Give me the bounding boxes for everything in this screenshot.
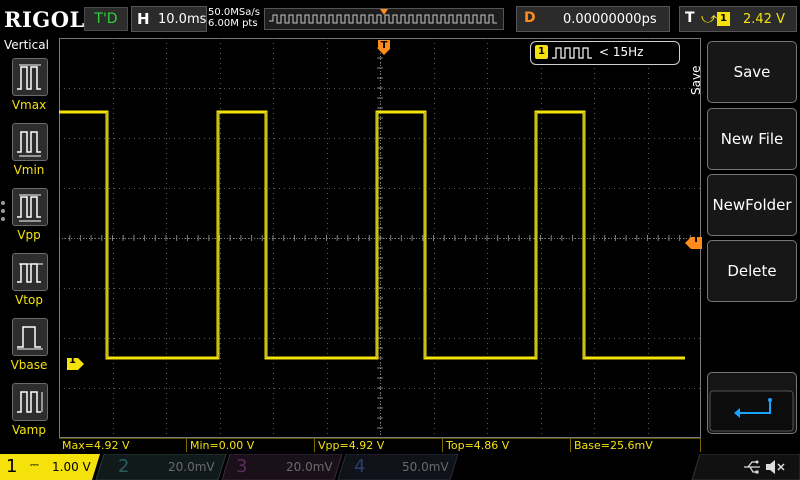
channel-4-scale: 50.0mV	[402, 460, 449, 474]
right-menu-title: Save	[689, 65, 703, 95]
measurement-vpp[interactable]: Vpp=4.92 V	[315, 438, 443, 452]
measurement-top[interactable]: Top=4.86 V	[443, 438, 571, 452]
waveform-grid-svg	[58, 37, 701, 439]
trigger-label: T	[685, 10, 695, 26]
trigger-level-marker[interactable]: T	[685, 234, 702, 249]
frequency-value: < 15Hz	[599, 45, 644, 59]
vmax-icon	[12, 58, 48, 96]
delay-label: D	[524, 10, 536, 26]
measure-label: Vmax	[11, 98, 47, 112]
measurement-min[interactable]: Min=0.00 V	[187, 438, 315, 452]
measure-label: Vamp	[12, 423, 46, 437]
measure-vmin-button[interactable]: Vmin	[4, 123, 54, 185]
return-arrow-icon	[709, 390, 794, 432]
memory-overview-waveform	[269, 9, 497, 24]
trigger-box[interactable]: T ⤻ 1 2.42 V	[679, 6, 797, 32]
channel-3-number: 3	[236, 456, 248, 477]
channel-4-number: 4	[354, 456, 366, 477]
delay-box[interactable]: D 0.00000000ps	[516, 6, 670, 32]
measurement-max[interactable]: Max=4.92 V	[59, 438, 187, 452]
measure-vpp-button[interactable]: Vpp	[4, 188, 54, 250]
left-menu-title: Vertical	[4, 38, 49, 52]
vmin-icon	[12, 123, 48, 161]
memory-overview-strip[interactable]	[264, 8, 504, 30]
usb-icon	[742, 458, 762, 476]
timebase-value: 10.0ms	[158, 12, 207, 27]
waveform-display[interactable]	[58, 37, 701, 439]
channel-1-trace	[59, 110, 685, 360]
channel-1-number: 1	[6, 456, 18, 477]
measure-label: Vpp	[17, 228, 41, 242]
acquisition-info: 50.0MSa/s 6.00M pts	[208, 7, 260, 29]
rising-edge-icon: ⤻	[701, 9, 718, 27]
counter-channel-badge: 1	[535, 45, 548, 59]
channel-4-tab[interactable]: 4 50.0mV	[350, 454, 454, 480]
measure-label: Vbase	[10, 358, 48, 372]
vtop-icon	[12, 253, 48, 291]
vamp-icon	[12, 383, 48, 421]
rigol-logo: RIGOL	[4, 7, 85, 32]
save-button-label: Save	[733, 63, 771, 81]
channel-1-tab[interactable]: 1 ⎓ 1.00 V	[4, 454, 100, 480]
measure-label: Vtop	[15, 293, 43, 307]
delete-button-label: Delete	[727, 262, 777, 280]
channel-2-tab[interactable]: 2 20.0mV	[112, 454, 222, 480]
square-wave-icon	[552, 47, 592, 59]
memory-depth: 6.00M pts	[208, 18, 258, 29]
save-button[interactable]: Save	[707, 41, 797, 103]
measure-vbase-button[interactable]: Vbase	[4, 318, 54, 380]
dc-coupling-icon: ⎓	[30, 458, 39, 471]
channel-3-scale: 20.0mV	[286, 460, 333, 474]
channel-3-tab[interactable]: 3 20.0mV	[232, 454, 338, 480]
sample-rate: 50.0MSa/s	[208, 7, 260, 18]
trigger-level: 2.42 V	[743, 12, 785, 27]
horizontal-timebase-box[interactable]: H 10.0ms	[131, 6, 207, 32]
speaker-muted-icon[interactable]	[764, 458, 786, 476]
delete-button[interactable]: Delete	[707, 240, 797, 302]
measurement-base[interactable]: Base=25.6mV	[571, 438, 701, 452]
measure-vtop-button[interactable]: Vtop	[4, 253, 54, 315]
memory-trigger-marker	[380, 9, 388, 15]
channel-2-number: 2	[118, 456, 130, 477]
measure-label: Vmin	[13, 163, 45, 177]
delay-value: 0.00000000ps	[563, 12, 657, 27]
trigger-position-marker[interactable]: T	[378, 40, 390, 56]
measure-vamp-button[interactable]: Vamp	[4, 383, 54, 445]
horizontal-label: H	[137, 10, 150, 28]
new-folder-button[interactable]: NewFolder	[707, 174, 797, 236]
new-file-button[interactable]: New File	[707, 108, 797, 170]
new-folder-button-label: NewFolder	[712, 196, 792, 214]
channel-2-scale: 20.0mV	[168, 460, 215, 474]
return-button[interactable]	[707, 372, 797, 434]
frequency-counter[interactable]: 1 < 15Hz	[530, 41, 680, 65]
channel-1-scale: 1.00 V	[52, 460, 91, 474]
vbase-icon	[12, 318, 48, 356]
trigger-source-badge: 1	[717, 12, 730, 26]
vpp-icon	[12, 188, 48, 226]
new-file-button-label: New File	[720, 130, 784, 148]
channel1-offset-marker[interactable]: 1	[67, 355, 84, 370]
measure-vmax-button[interactable]: Vmax	[4, 58, 54, 120]
run-status-indicator[interactable]: T'D	[84, 7, 128, 31]
